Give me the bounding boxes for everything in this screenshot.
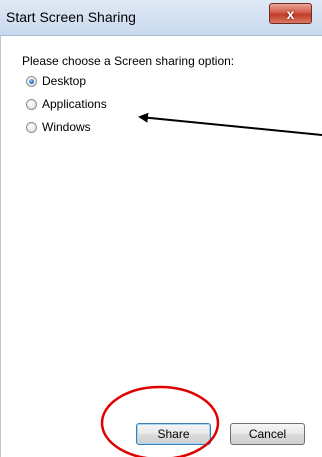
- option-desktop[interactable]: Desktop: [26, 73, 86, 89]
- window-title: Start Screen Sharing: [6, 9, 136, 25]
- option-applications[interactable]: Applications: [26, 96, 107, 112]
- cancel-button[interactable]: Cancel: [230, 423, 305, 445]
- option-label-desktop[interactable]: Desktop: [42, 74, 86, 88]
- close-icon: x: [286, 5, 295, 22]
- prompt-label: Please choose a Screen sharing option:: [22, 54, 235, 68]
- title-bar: Start Screen Sharing x: [0, 0, 322, 36]
- radio-button-applications[interactable]: [26, 98, 37, 110]
- share-button[interactable]: Share: [136, 423, 211, 445]
- screen-sharing-dialog: Start Screen Sharing x Please choose a S…: [0, 0, 322, 457]
- option-label-applications[interactable]: Applications: [42, 97, 107, 111]
- radio-button-desktop[interactable]: [26, 75, 37, 87]
- close-button[interactable]: x: [269, 3, 312, 24]
- option-label-windows[interactable]: Windows: [42, 120, 91, 134]
- radio-button-windows[interactable]: [26, 121, 37, 133]
- option-windows[interactable]: Windows: [26, 119, 91, 135]
